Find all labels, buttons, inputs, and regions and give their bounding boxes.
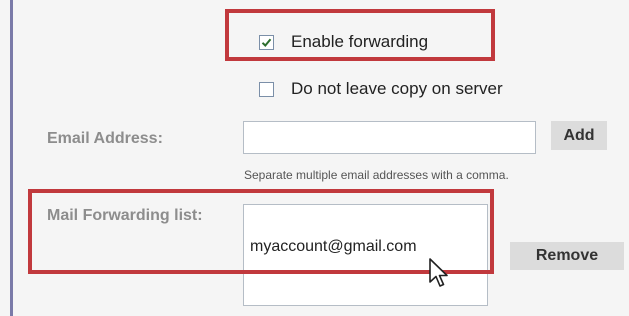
- do-not-leave-copy-checkbox[interactable]: [259, 81, 274, 97]
- mail-forwarding-panel: Enable forwarding Do not leave copy on s…: [0, 0, 629, 316]
- remove-button[interactable]: Remove: [510, 242, 624, 270]
- add-button[interactable]: Add: [551, 121, 607, 150]
- email-address-input[interactable]: [243, 121, 536, 154]
- forwarding-list-highlight: [28, 189, 494, 274]
- panel-left-border: [10, 0, 13, 316]
- enable-forwarding-highlight: [225, 9, 495, 61]
- do-not-leave-copy-row: Do not leave copy on server: [259, 79, 503, 99]
- mouse-cursor-icon: [429, 258, 448, 287]
- do-not-leave-copy-label: Do not leave copy on server: [291, 79, 503, 98]
- email-hint: Separate multiple email addresses with a…: [244, 168, 509, 182]
- email-address-label: Email Address:: [47, 130, 163, 147]
